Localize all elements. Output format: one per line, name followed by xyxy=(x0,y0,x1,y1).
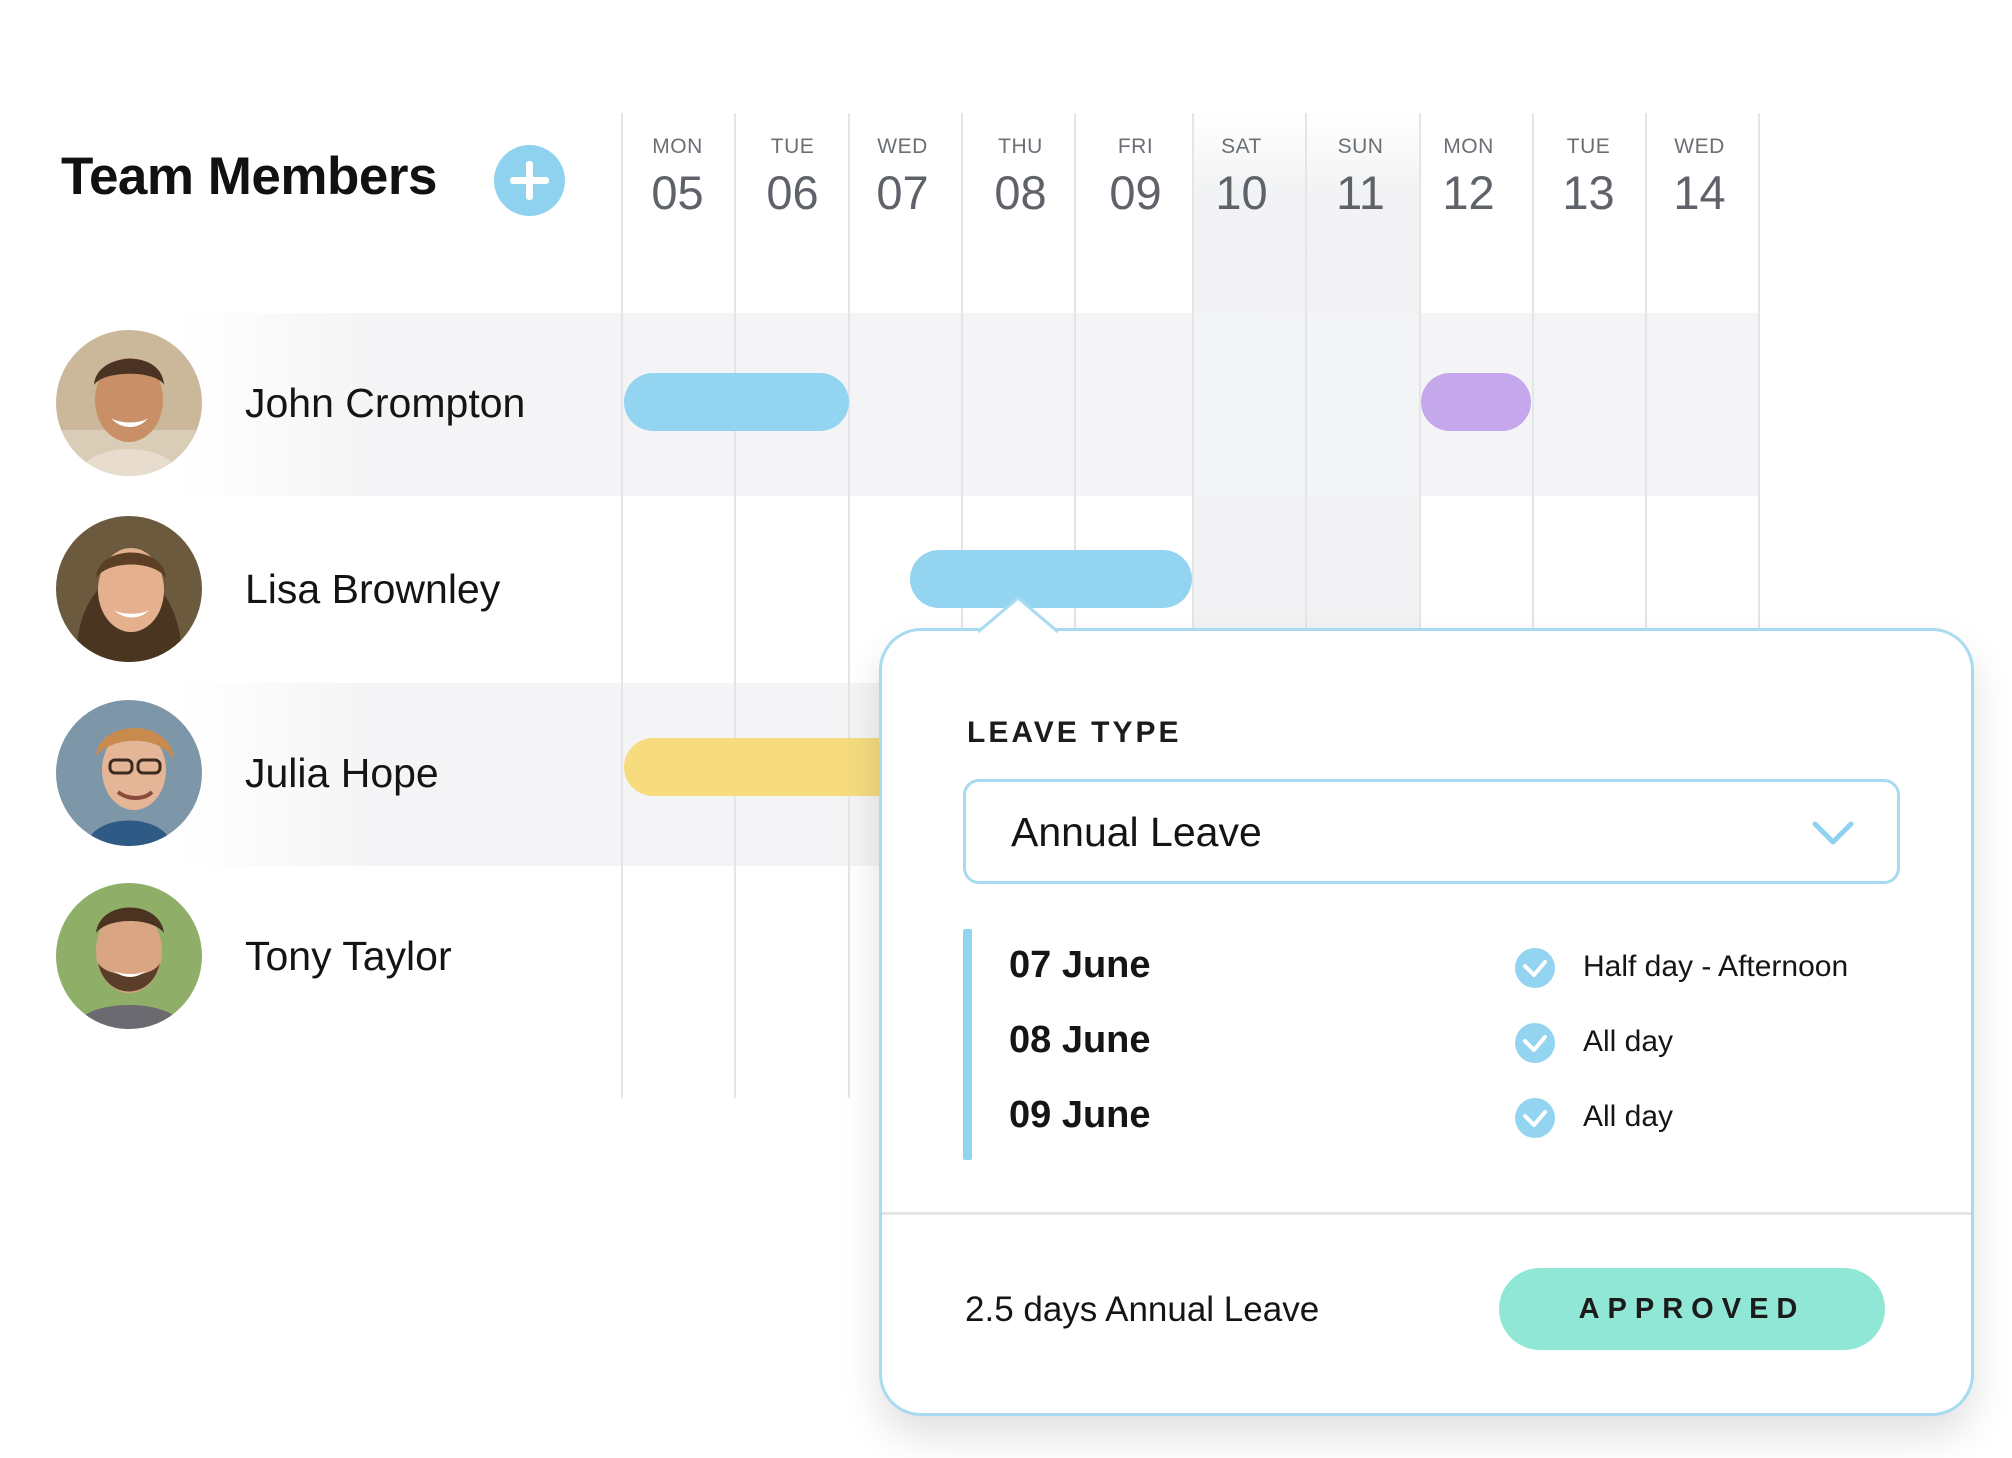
member-name: Julia Hope xyxy=(245,750,439,796)
day-number: 14 xyxy=(1673,166,1726,219)
day-number: 13 xyxy=(1562,166,1615,219)
day-name: WED xyxy=(877,135,928,158)
date-row: 08 June All day xyxy=(882,1011,1977,1071)
avatar-photo xyxy=(56,330,202,476)
day-type-label: All day xyxy=(1583,1025,1674,1058)
day-name: TUE xyxy=(1566,135,1611,158)
day-name: MON xyxy=(652,135,703,158)
day-name: MON xyxy=(1443,135,1494,158)
day-number: 05 xyxy=(651,166,704,219)
day-header[interactable]: SUN 11 xyxy=(1304,135,1417,220)
leave-type-select[interactable]: Annual Leave xyxy=(963,779,1900,884)
leave-summary: 2.5 days Annual Leave xyxy=(965,1290,1320,1329)
leave-planner: Team Members MON 05 TUE 06 WED 07 THU 08… xyxy=(0,0,2012,1458)
avatar xyxy=(56,700,202,846)
day-header[interactable]: TUE 13 xyxy=(1532,135,1645,220)
day-header[interactable]: THU 08 xyxy=(964,135,1077,220)
day-divider xyxy=(621,113,623,1098)
popover-divider xyxy=(882,1212,1971,1215)
member-name: Tony Taylor xyxy=(245,933,452,979)
add-member-button[interactable] xyxy=(494,145,565,216)
day-type-label: Half day - Afternoon xyxy=(1583,950,1849,983)
day-header[interactable]: FRI 09 xyxy=(1079,135,1192,220)
day-name: SAT xyxy=(1221,135,1262,158)
check-circle-icon xyxy=(1515,1023,1555,1063)
day-name: FRI xyxy=(1117,135,1154,158)
day-number: 06 xyxy=(766,166,819,219)
leave-type-value: Annual Leave xyxy=(1011,809,1262,855)
avatar xyxy=(56,330,202,476)
day-number: 11 xyxy=(1336,166,1385,219)
day-number: 07 xyxy=(876,166,929,219)
page-title: Team Members xyxy=(61,147,437,206)
chevron-down-icon xyxy=(1812,821,1854,845)
member-name: Lisa Brownley xyxy=(245,566,501,612)
avatar-photo xyxy=(56,883,202,1029)
day-name: THU xyxy=(998,135,1043,158)
day-header[interactable]: MON 05 xyxy=(621,135,734,220)
day-header[interactable]: MON 12 xyxy=(1412,135,1525,220)
day-type-label: All day xyxy=(1583,1100,1674,1133)
day-header[interactable]: SAT 10 xyxy=(1185,135,1298,220)
date-label: 07 June xyxy=(1009,944,1151,986)
day-divider xyxy=(734,113,736,1098)
day-number: 09 xyxy=(1109,166,1162,219)
day-name: TUE xyxy=(770,135,815,158)
date-row: 09 June All day xyxy=(882,1086,1977,1146)
plus-circle-icon xyxy=(510,161,549,200)
avatar-photo xyxy=(56,516,202,662)
approved-status-button[interactable]: APPROVED xyxy=(1499,1268,1885,1350)
member-row[interactable]: Julia Hope xyxy=(56,700,616,850)
member-row[interactable]: Tony Taylor xyxy=(56,883,616,1033)
leave-bar[interactable] xyxy=(624,373,849,431)
date-row: 07 June Half day - Afternoon xyxy=(882,936,1977,996)
avatar xyxy=(56,883,202,1029)
avatar xyxy=(56,516,202,662)
leave-type-label: LEAVE TYPE xyxy=(967,716,1182,749)
date-label: 09 June xyxy=(1009,1094,1151,1136)
popover-arrow xyxy=(978,596,1058,634)
check-circle-icon xyxy=(1515,948,1555,988)
day-header[interactable]: WED 07 xyxy=(846,135,959,220)
day-name: SUN xyxy=(1337,135,1384,158)
leave-details-popover: LEAVE TYPE Annual Leave 07 June Half day… xyxy=(879,628,1974,1416)
member-name: John Crompton xyxy=(245,380,526,426)
day-number: 12 xyxy=(1442,166,1495,219)
member-row[interactable]: John Crompton xyxy=(56,330,616,480)
day-number: 10 xyxy=(1215,166,1268,219)
avatar-photo xyxy=(56,700,202,846)
date-label: 08 June xyxy=(1009,1019,1151,1061)
leave-bar[interactable] xyxy=(1421,373,1531,431)
day-header[interactable]: WED 14 xyxy=(1643,135,1756,220)
day-header[interactable]: TUE 06 xyxy=(736,135,849,220)
day-number: 08 xyxy=(994,166,1047,219)
check-circle-icon xyxy=(1515,1098,1555,1138)
day-divider xyxy=(848,113,850,1098)
day-name: WED xyxy=(1674,135,1725,158)
member-row[interactable]: Lisa Brownley xyxy=(56,516,616,666)
